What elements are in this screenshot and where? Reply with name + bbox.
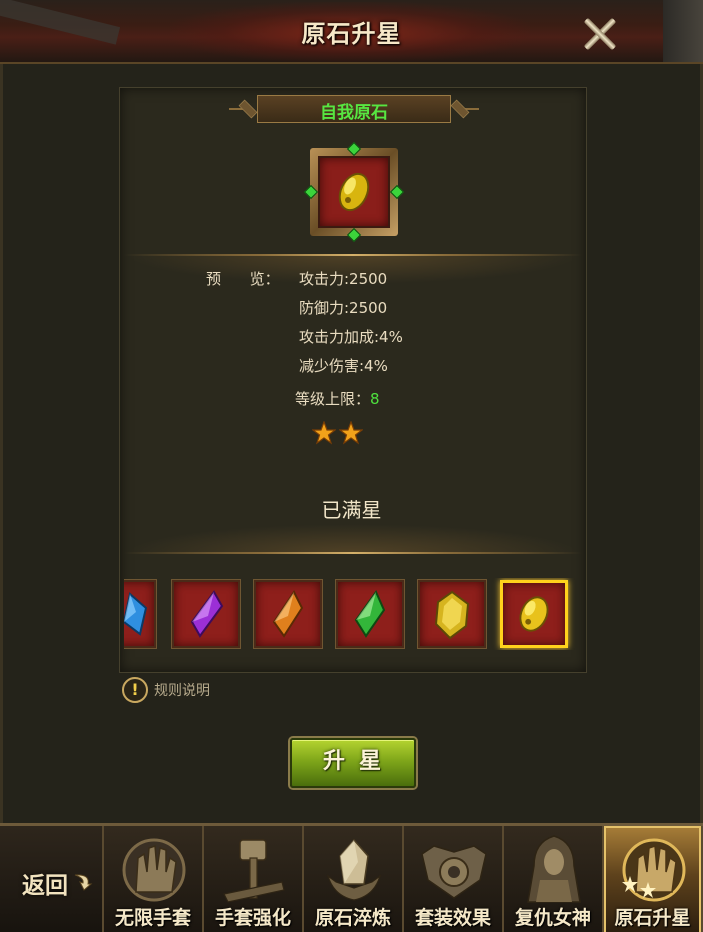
stat-defense: 防御力:2500 [299, 299, 388, 317]
stone-name-banner: 自我原石 [229, 93, 479, 125]
stone-name: 自我原石 [320, 103, 388, 123]
upgrade-star-button[interactable]: 升星 [290, 738, 416, 788]
stone-display-slot [303, 141, 405, 243]
gem-slot-blue[interactable] [124, 580, 156, 648]
divider-glow-bottom [124, 524, 582, 554]
gem-slot-purple[interactable] [172, 580, 240, 648]
orange-gem-icon [272, 590, 304, 638]
star-icon [312, 421, 336, 445]
gauntlet-icon [122, 838, 186, 902]
star-rating [312, 421, 372, 447]
gem-slot-orange[interactable] [254, 580, 322, 648]
level-cap: 等级上限：8 [295, 388, 380, 409]
star-icon [339, 421, 363, 445]
stat-attack-bonus: 攻击力加成:4% [299, 328, 403, 346]
stat-attack: 攻击力:2500 [299, 270, 388, 288]
yellow-oval-gem-icon [338, 172, 370, 212]
level-cap-value: 8 [370, 390, 380, 408]
rules-label: 规则说明 [154, 683, 210, 699]
tab-nemesis-goddess[interactable]: 复仇女神 [504, 826, 604, 932]
rules-link[interactable]: ! 规则说明 [122, 677, 210, 703]
stone-selector-row [124, 578, 582, 650]
green-gem-icon [354, 589, 386, 638]
gem-slot-self-stone[interactable] [500, 580, 568, 648]
purple-gem-icon [190, 590, 224, 638]
preview-label: 预 览： [206, 270, 280, 288]
tab-gauntlet-enhance[interactable]: 手套强化 [204, 826, 304, 932]
tab-label: 手套强化 [214, 907, 291, 929]
crystal-icon [326, 838, 382, 901]
back-label: 返回 [22, 873, 68, 899]
crest-icon [421, 845, 487, 899]
info-exclamation-icon: ! [122, 677, 148, 703]
close-icon[interactable] [582, 16, 618, 52]
level-cap-label: 等级上限： [295, 390, 371, 408]
gem-slot-green[interactable] [336, 580, 404, 648]
gem-slot-gold[interactable] [418, 580, 486, 648]
tab-label: 原石淬炼 [314, 907, 391, 929]
tab-set-effect[interactable]: 套装效果 [404, 826, 504, 932]
hammer-icon [223, 839, 285, 903]
gold-gem-icon [434, 590, 470, 640]
max-star-status: 已满星 [321, 498, 382, 522]
header-bar: 原石升星 [0, 0, 703, 64]
divider-bottom [124, 552, 582, 554]
tab-infinity-gauntlet[interactable]: 无限手套 [104, 826, 204, 932]
tab-label: 复仇女神 [514, 907, 591, 929]
back-button[interactable]: 返回 [0, 826, 104, 932]
yellow-oval-gem-icon [519, 596, 549, 632]
tab-label: 套装效果 [414, 907, 491, 929]
tab-stone-refine[interactable]: 原石淬炼 [304, 826, 404, 932]
divider-top [124, 254, 582, 256]
slot-inner [318, 156, 390, 228]
goddess-icon [527, 835, 581, 903]
gauntlet-stars-icon [622, 838, 686, 902]
stat-damage-reduction: 减少伤害:4% [299, 357, 388, 375]
tab-label: 原石升星 [614, 907, 691, 929]
blue-gem-icon [124, 592, 148, 636]
tab-stone-star-up[interactable]: 原石升星 [604, 826, 703, 932]
curved-arrow-icon [74, 874, 93, 891]
bottom-nav: 返回 无限手套 手套强化 原石淬炼 套装效果 复仇女神 原石升星 [0, 823, 703, 932]
tab-label: 无限手套 [114, 907, 191, 929]
